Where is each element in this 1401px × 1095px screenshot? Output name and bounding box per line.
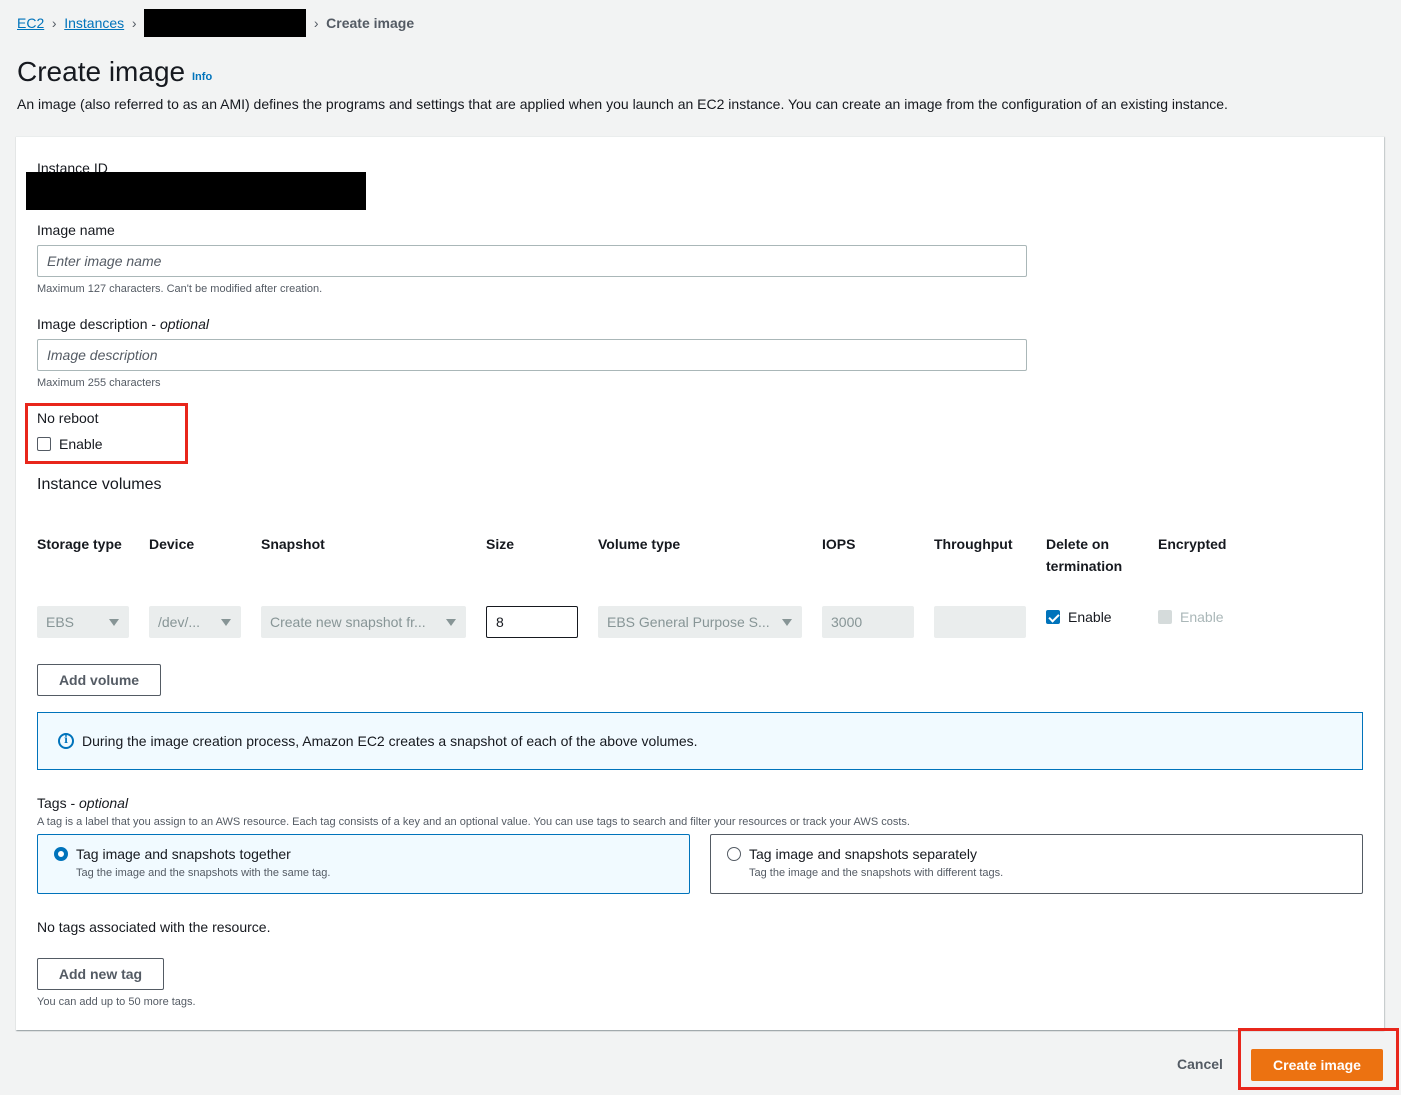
encrypted-checkbox <box>1158 610 1172 624</box>
caret-down-icon <box>782 619 792 626</box>
add-volume-button[interactable]: Add volume <box>37 664 161 696</box>
create-image-form-panel: Instance ID Image name Maximum 127 chara… <box>16 136 1384 1030</box>
redacted-instance-id <box>26 172 366 210</box>
page-description: An image (also referred to as an AMI) de… <box>17 96 1228 112</box>
tag-separately-option[interactable]: Tag image and snapshots separately Tag t… <box>710 834 1363 894</box>
tag-separately-desc: Tag the image and the snapshots with dif… <box>749 867 1004 879</box>
device-select: /dev/... <box>149 606 241 638</box>
no-reboot-enable-label[interactable]: Enable <box>59 436 103 452</box>
tags-description: A tag is a label that you assign to an A… <box>37 816 910 828</box>
breadcrumb: EC2 › Instances › › Create image <box>17 9 415 37</box>
info-alert-text: During the image creation process, Amazo… <box>82 733 698 749</box>
image-description-input[interactable] <box>37 339 1027 371</box>
col-throughput: Throughput <box>934 536 1013 552</box>
tag-separately-title: Tag image and snapshots separately <box>749 846 978 862</box>
create-image-button[interactable]: Create image <box>1251 1049 1383 1081</box>
redacted-instance-crumb <box>144 9 307 37</box>
tag-together-title: Tag image and snapshots together <box>76 846 291 862</box>
snapshot-select: Create new snapshot fr... <box>261 606 466 638</box>
breadcrumb-ec2-link[interactable]: EC2 <box>17 15 44 31</box>
breadcrumb-instances-link[interactable]: Instances <box>64 15 124 31</box>
info-alert: i During the image creation process, Ama… <box>37 712 1363 770</box>
image-description-hint: Maximum 255 characters <box>37 377 161 389</box>
chevron-right-icon: › <box>313 15 319 31</box>
chevron-right-icon: › <box>131 15 137 31</box>
page-title: Create image <box>17 56 186 87</box>
add-new-tag-button[interactable]: Add new tag <box>37 958 164 990</box>
col-delete-on-termination: Delete on termination <box>1046 536 1123 574</box>
info-link[interactable]: Info <box>192 71 212 83</box>
image-description-label: Image description - optional <box>37 316 209 332</box>
image-name-input[interactable] <box>37 245 1027 277</box>
caret-down-icon <box>446 619 456 626</box>
instance-volumes-title: Instance volumes <box>37 476 162 493</box>
cancel-button[interactable]: Cancel <box>1177 1056 1223 1072</box>
col-volume-type: Volume type <box>598 536 681 552</box>
caret-down-icon <box>221 619 231 626</box>
size-input[interactable]: 8 <box>486 606 578 638</box>
col-encrypted: Encrypted <box>1158 536 1227 552</box>
encrypted-enable-label: Enable <box>1180 609 1224 625</box>
tag-together-option[interactable]: Tag image and snapshots together Tag the… <box>37 834 690 894</box>
col-iops: IOPS <box>822 536 856 552</box>
tag-together-desc: Tag the image and the snapshots with the… <box>76 867 331 879</box>
add-tag-hint: You can add up to 50 more tags. <box>37 996 196 1008</box>
image-name-hint: Maximum 127 characters. Can't be modifie… <box>37 283 323 295</box>
breadcrumb-current: Create image <box>326 15 415 31</box>
caret-down-icon <box>109 619 119 626</box>
tag-separately-radio[interactable] <box>727 847 741 861</box>
volume-type-select[interactable]: EBS General Purpose S... <box>598 606 802 638</box>
image-name-label: Image name <box>37 222 115 238</box>
delete-on-termination-enable-label[interactable]: Enable <box>1068 609 1112 625</box>
col-device: Device <box>149 536 195 552</box>
col-size: Size <box>486 536 515 552</box>
tags-label: Tags - optional <box>37 795 129 811</box>
col-storage-type: Storage type <box>37 536 122 552</box>
col-snapshot: Snapshot <box>261 536 325 552</box>
throughput-input <box>934 606 1026 638</box>
no-tags-text: No tags associated with the resource. <box>37 919 271 935</box>
no-reboot-label: No reboot <box>37 410 99 426</box>
storage-type-select: EBS <box>37 606 129 638</box>
info-icon: i <box>58 733 74 749</box>
chevron-right-icon: › <box>51 15 57 31</box>
tag-together-radio[interactable] <box>54 847 68 861</box>
delete-on-termination-checkbox[interactable] <box>1046 610 1060 624</box>
iops-input: 3000 <box>822 606 914 638</box>
no-reboot-checkbox[interactable] <box>37 437 51 451</box>
